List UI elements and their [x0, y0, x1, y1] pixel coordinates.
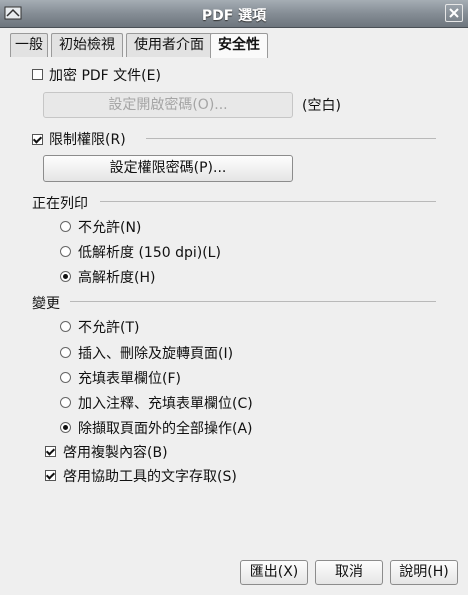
open-password-status: (空白): [302, 98, 341, 114]
changes-comment-fill-radio[interactable]: [60, 397, 71, 408]
tab-security[interactable]: 安全性: [210, 33, 268, 58]
tab-user-interface[interactable]: 使用者介面: [126, 33, 212, 57]
enable-copy-checkbox[interactable]: [45, 446, 56, 457]
restrict-permissions-checkbox[interactable]: [32, 134, 43, 145]
encrypt-checkbox[interactable]: [32, 69, 43, 80]
changes-fill-forms-radio[interactable]: [60, 372, 71, 383]
set-open-password-button[interactable]: 設定開啟密碼(O)...: [43, 92, 293, 118]
changes-all-except-extract-radio[interactable]: [60, 422, 71, 433]
print-high-res-radio[interactable]: [60, 271, 71, 282]
enable-copy-label: 啓用複製內容(B): [63, 445, 168, 461]
separator: [70, 301, 436, 302]
changes-comment-fill-label: 加入注釋、充填表單欄位(C): [78, 396, 253, 412]
help-button[interactable]: 說明(H): [390, 560, 458, 585]
export-button[interactable]: 匯出(X): [240, 560, 308, 585]
tab-initial-view[interactable]: 初始檢視: [51, 33, 123, 57]
changes-heading: 變更: [32, 296, 60, 312]
print-low-res-radio[interactable]: [60, 246, 71, 257]
changes-fill-forms-label: 充填表單欄位(F): [78, 371, 181, 387]
title-bar: PDF 選項: [0, 0, 468, 28]
encrypt-label: 加密 PDF 文件(E): [49, 68, 161, 84]
changes-not-permitted-label: 不允許(T): [78, 320, 140, 336]
printing-heading: 正在列印: [32, 196, 88, 212]
separator: [100, 201, 436, 202]
tab-general[interactable]: 一般: [10, 33, 48, 57]
cancel-button[interactable]: 取消: [315, 560, 383, 585]
changes-all-except-extract-label: 除擷取頁面外的全部操作(A): [78, 421, 253, 437]
close-button[interactable]: [445, 4, 463, 22]
enable-accessibility-label: 啓用協助工具的文字存取(S): [63, 469, 237, 485]
restrict-permissions-label: 限制權限(R): [49, 132, 126, 148]
close-icon: [449, 8, 459, 18]
print-not-permitted-label: 不允許(N): [78, 220, 142, 236]
changes-insert-delete-rotate-radio[interactable]: [60, 347, 71, 358]
print-high-res-label: 高解析度(H): [78, 270, 156, 286]
changes-not-permitted-radio[interactable]: [60, 321, 71, 332]
print-low-res-label: 低解析度 (150 dpi)(L): [78, 245, 221, 261]
changes-insert-delete-rotate-label: 插入、刪除及旋轉頁面(I): [78, 346, 234, 362]
print-not-permitted-radio[interactable]: [60, 221, 71, 232]
separator: [146, 138, 436, 139]
set-permission-password-button[interactable]: 設定權限密碼(P)...: [43, 155, 293, 182]
enable-accessibility-checkbox[interactable]: [45, 470, 56, 481]
window-title: PDF 選項: [201, 8, 267, 24]
security-panel: 加密 PDF 文件(E) 設定開啟密碼(O)... (空白) 限制權限(R) 設…: [10, 57, 460, 497]
